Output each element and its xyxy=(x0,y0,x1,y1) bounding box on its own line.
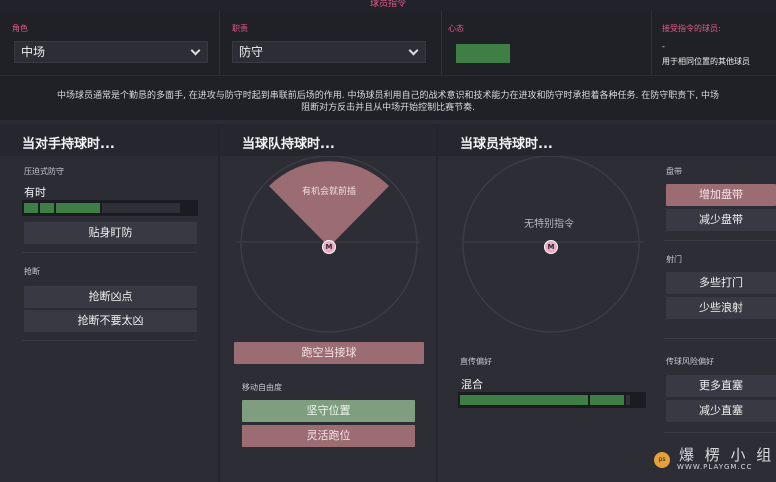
opp-possession-panel: 当对手持球时... 压迫式防守 有时 贴身盯防 抢断 抢断凶点 抢断不要太凶 xyxy=(0,124,218,482)
team-possession-heading: 当球队持球时... xyxy=(220,124,436,156)
role-value: 中场 xyxy=(21,45,46,59)
divider xyxy=(664,432,776,433)
pressing-seg-3 xyxy=(56,203,100,213)
pressing-slider[interactable] xyxy=(22,200,198,216)
get-further-forward-button[interactable]: 跑空当接球 xyxy=(234,342,424,364)
tackling-label: 抢断 xyxy=(24,267,40,276)
pressing-seg-empty xyxy=(102,203,180,213)
divider xyxy=(22,252,197,253)
role-description: 中场球员通常是个勤恳的多面手, 在进攻与防守时起到串联前后场的作用. 中场球员利… xyxy=(0,75,776,120)
fewer-risky-passes-button[interactable]: 减少直塞 xyxy=(666,400,776,422)
tackle-harder-button[interactable]: 抢断凶点 xyxy=(24,286,197,308)
more-risky-passes-button[interactable]: 更多直塞 xyxy=(666,375,776,397)
ease-off-tackles-button[interactable]: 抢断不要太凶 xyxy=(24,310,197,332)
pressing-value: 有时 xyxy=(24,186,46,199)
roam-button[interactable]: 灵活跑位 xyxy=(242,425,415,447)
crossing-label: 直传偏好 xyxy=(460,357,492,366)
mentality-bar xyxy=(456,44,510,63)
description-line-1: 中场球员通常是个勤恳的多面手, 在进攻与防守时起到串联前后场的作用. 中场球员利… xyxy=(57,91,719,101)
window-title: 球员指令 xyxy=(0,0,776,11)
dribble-label: 盘带 xyxy=(666,167,682,176)
team-possession-panel: 当球队持球时... 有机会就前插 M 跑空当接球 移动自由度 坚守位置 灵活跑位 xyxy=(220,124,436,482)
shoot-less-button[interactable]: 少些浪射 xyxy=(666,297,776,319)
crossing-seg-1 xyxy=(460,395,588,405)
mark-tighter-button[interactable]: 贴身盯防 xyxy=(24,222,197,244)
divider xyxy=(22,340,197,341)
duty-select[interactable]: 防守 xyxy=(232,41,426,63)
role-section: 角色 中场 xyxy=(0,11,220,75)
duty-label: 职责 xyxy=(232,24,248,33)
shooting-label: 射门 xyxy=(666,255,682,264)
mentality-label: 心态 xyxy=(448,24,464,33)
no-instruction-label: 无特别指令 xyxy=(524,219,574,230)
crossing-seg-2 xyxy=(590,395,624,405)
crossing-seg-empty xyxy=(626,395,630,405)
mentality-section: 心态 xyxy=(442,11,652,75)
passing-risk-label: 传球风险偏好 xyxy=(666,357,714,366)
shoot-more-button[interactable]: 多些打门 xyxy=(666,272,776,294)
divider xyxy=(664,240,776,241)
watermark: 爆 楞 小 组 WWW.PLAYGM.CC xyxy=(655,444,774,471)
targets-label: 接受指令的球员: xyxy=(662,24,721,33)
chevron-down-icon xyxy=(408,45,419,56)
crossing-slider[interactable] xyxy=(458,392,646,408)
pressing-label: 压迫式防守 xyxy=(24,167,64,176)
targets-note: 用于相同位置的其他球员 xyxy=(662,57,750,66)
freedom-label: 移动自由度 xyxy=(242,383,282,392)
targets-value: - xyxy=(662,42,665,51)
dribble-less-button[interactable]: 减少盘带 xyxy=(666,209,776,231)
crossing-value: 混合 xyxy=(461,378,483,391)
hold-position-button[interactable]: 坚守位置 xyxy=(242,400,415,422)
run-zone-label: 有机会就前插 xyxy=(302,187,357,197)
duty-section: 职责 防守 xyxy=(220,11,442,75)
divider xyxy=(664,338,776,339)
duty-value: 防守 xyxy=(239,45,264,59)
role-label: 角色 xyxy=(12,24,28,33)
pressing-seg-1 xyxy=(24,203,38,213)
role-select[interactable]: 中场 xyxy=(14,41,208,63)
player-possession-heading: 当球员持球时... xyxy=(438,124,776,156)
player-marker[interactable]: M xyxy=(544,240,558,254)
description-line-2: 阻断对方反击并且从中场开始控制比赛节奏. xyxy=(301,103,475,113)
watermark-text: 爆 楞 小 组 xyxy=(679,446,775,464)
chevron-down-icon xyxy=(190,45,201,56)
player-marker[interactable]: M xyxy=(322,240,336,254)
player-possession-panel: 当球员持球时... 无特别指令 M 盘带 增加盘带 减少盘带 射门 多些打门 少… xyxy=(438,124,776,482)
pressing-seg-2 xyxy=(40,203,54,213)
run-zone xyxy=(269,161,389,247)
dribble-more-button[interactable]: 增加盘带 xyxy=(666,184,776,206)
watermark-url: WWW.PLAYGM.CC xyxy=(677,463,753,471)
opp-possession-heading: 当对手持球时... xyxy=(0,124,218,156)
